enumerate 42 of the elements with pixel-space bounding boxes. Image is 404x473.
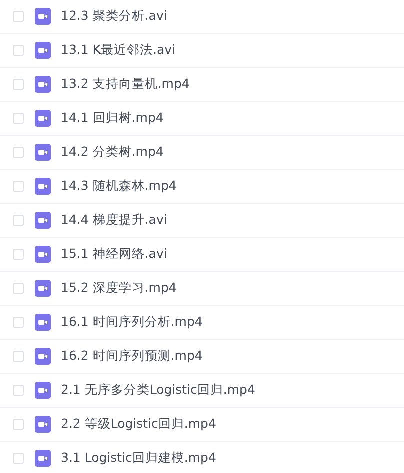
checkbox[interactable] (13, 45, 24, 56)
file-name[interactable]: 16.2 时间序列预测.mp4 (61, 348, 203, 365)
video-file-icon (35, 280, 51, 297)
file-name[interactable]: 14.3 随机森林.mp4 (61, 178, 177, 195)
checkbox[interactable] (13, 11, 24, 22)
video-file-icon (35, 110, 51, 127)
checkbox[interactable] (13, 215, 24, 226)
checkbox[interactable] (13, 419, 24, 430)
video-file-icon (35, 246, 51, 263)
file-name[interactable]: 2.2 等级Logistic回归.mp4 (61, 416, 216, 433)
checkbox[interactable] (13, 453, 24, 464)
video-file-icon (35, 178, 51, 195)
checkbox[interactable] (13, 181, 24, 192)
file-name[interactable]: 15.1 神经网络.avi (61, 246, 168, 263)
file-name[interactable]: 14.4 梯度提升.avi (61, 212, 168, 229)
checkbox[interactable] (13, 351, 24, 362)
file-name[interactable]: 16.1 时间序列分析.mp4 (61, 314, 203, 331)
file-name[interactable]: 15.2 深度学习.mp4 (61, 280, 177, 297)
checkbox[interactable] (13, 283, 24, 294)
video-file-icon (35, 314, 51, 331)
file-name[interactable]: 14.1 回归树.mp4 (61, 110, 164, 127)
file-name[interactable]: 13.1 K最近邻法.avi (61, 42, 176, 59)
video-file-icon (35, 42, 51, 59)
video-file-icon (35, 416, 51, 433)
checkbox[interactable] (13, 385, 24, 396)
video-file-icon (35, 382, 51, 399)
checkbox[interactable] (13, 147, 24, 158)
video-file-icon (35, 450, 51, 467)
checkbox[interactable] (13, 249, 24, 260)
video-file-icon (35, 76, 51, 93)
video-file-icon (35, 8, 51, 25)
file-name[interactable]: 14.2 分类树.mp4 (61, 144, 164, 161)
checkbox[interactable] (13, 113, 24, 124)
checkbox[interactable] (13, 317, 24, 328)
video-file-icon (35, 348, 51, 365)
file-name[interactable]: 12.3 聚类分析.avi (61, 8, 168, 25)
video-file-icon (35, 144, 51, 161)
file-name[interactable]: 13.2 支持向量机.mp4 (61, 76, 190, 93)
video-file-icon (35, 212, 51, 229)
file-name[interactable]: 2.1 无序多分类Logistic回归.mp4 (61, 382, 256, 399)
checkbox[interactable] (13, 79, 24, 90)
file-name[interactable]: 3.1 Logistic回归建模.mp4 (61, 450, 216, 467)
